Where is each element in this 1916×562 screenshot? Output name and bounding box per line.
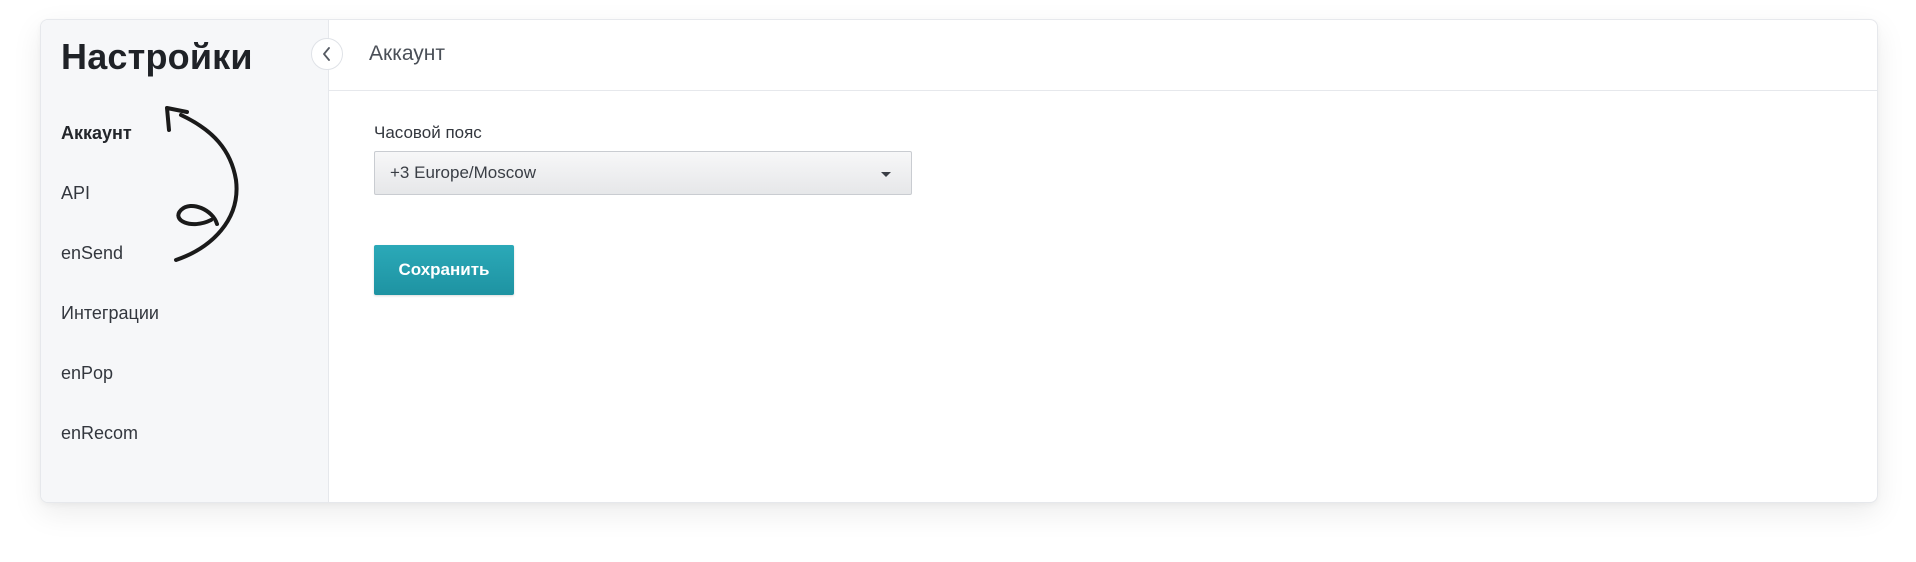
timezone-selected-value: +3 Europe/Moscow: [390, 163, 536, 182]
sidebar-nav: Аккаунт API enSend Интеграции enPop enRe…: [61, 122, 159, 482]
sidebar: Настройки Аккаунт API enSend Интеграции …: [41, 20, 329, 502]
chevron-left-icon: [323, 47, 330, 61]
sidebar-item-api[interactable]: API: [61, 182, 159, 242]
main-header: Аккаунт: [329, 20, 1877, 91]
collapse-sidebar-button[interactable]: [311, 38, 343, 70]
sidebar-item-enrecom[interactable]: enRecom: [61, 422, 159, 482]
arrow-curve: [174, 113, 239, 262]
caret-down-icon: [881, 172, 891, 177]
arrow-head: [165, 106, 189, 132]
sidebar-item-account[interactable]: Аккаунт: [61, 122, 159, 182]
sidebar-title: Настройки: [61, 36, 253, 77]
timezone-select[interactable]: +3 Europe/Moscow: [374, 151, 912, 195]
save-button[interactable]: Сохранить: [374, 245, 514, 295]
sidebar-item-integrations[interactable]: Интеграции: [61, 302, 159, 362]
page-title: Аккаунт: [369, 42, 446, 65]
timezone-label: Часовой пояс: [374, 123, 482, 142]
settings-panel: Настройки Аккаунт API enSend Интеграции …: [40, 19, 1878, 503]
sidebar-item-ensend[interactable]: enSend: [61, 242, 159, 302]
arrow-loop: [176, 204, 219, 227]
main-content: Аккаунт Часовой пояс +3 Europe/Moscow Со…: [329, 20, 1877, 502]
sidebar-item-enpop[interactable]: enPop: [61, 362, 159, 422]
